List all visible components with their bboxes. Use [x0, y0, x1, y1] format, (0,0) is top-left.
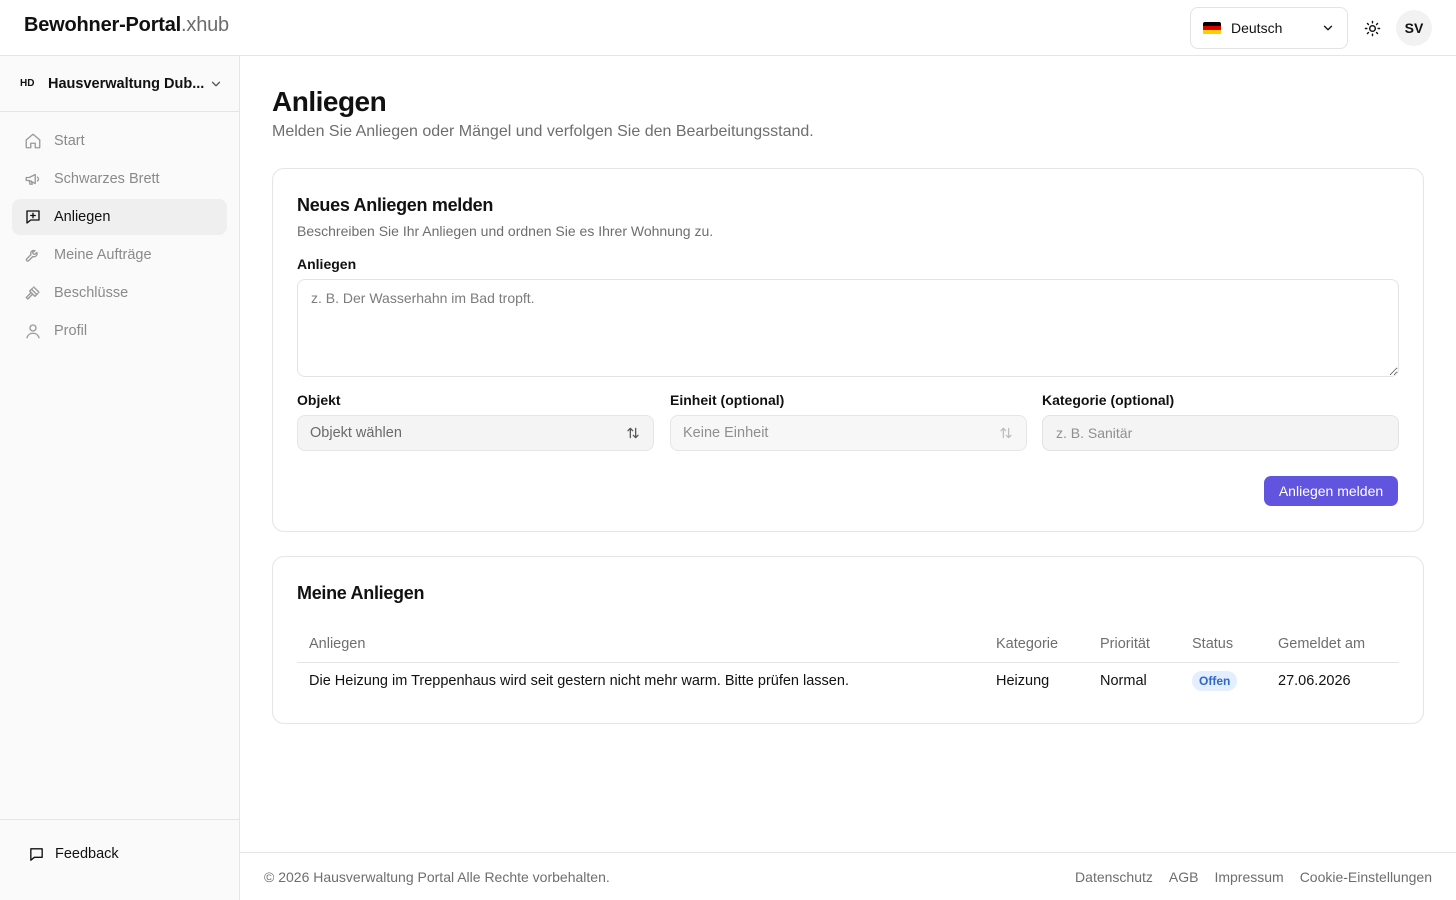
object-label: Objekt [297, 392, 341, 408]
page-title: Anliegen [272, 86, 387, 117]
my-requests-card: Meine Anliegen Anliegen Kategorie Priori… [272, 556, 1424, 724]
sidebar: HD Hausverwaltung Dub... Start Schwarzes… [0, 56, 240, 900]
copyright-text: © 2026 Hausverwaltung Portal Alle Rechte… [264, 869, 610, 885]
column-header-kategorie: Kategorie [984, 627, 1088, 663]
user-avatar[interactable]: SV [1396, 10, 1432, 46]
language-label: Deutsch [1231, 20, 1283, 36]
submit-request-button[interactable]: Anliegen melden [1264, 476, 1398, 506]
language-select[interactable]: Deutsch [1190, 7, 1348, 49]
brand-name: Bewohner-Portal [24, 14, 182, 36]
message-plus-icon [24, 208, 42, 226]
sidebar-item-label: Anliegen [54, 209, 111, 225]
german-flag-icon [1203, 21, 1221, 35]
sidebar-item-label: Start [54, 133, 85, 149]
object-select-value: Objekt wählen [310, 425, 402, 441]
sidebar-item-anliegen[interactable]: Anliegen [12, 199, 227, 235]
footer-link-impressum[interactable]: Impressum [1214, 869, 1283, 885]
org-badge: HD [20, 78, 35, 89]
sidebar-footer: Feedback [0, 819, 239, 900]
footer-link-cookie-settings[interactable]: Cookie-Einstellungen [1300, 869, 1432, 885]
status-badge: Offen [1192, 670, 1238, 691]
organization-switcher[interactable]: HD Hausverwaltung Dub... [0, 56, 239, 112]
new-request-description: Beschreiben Sie Ihr Anliegen und ordnen … [297, 223, 714, 239]
sidebar-item-meine-auftraege[interactable]: Meine Aufträge [12, 237, 227, 273]
wrench-icon [24, 246, 42, 264]
megaphone-icon [24, 170, 42, 188]
category-label: Kategorie (optional) [1042, 392, 1175, 408]
feedback-label: Feedback [55, 846, 119, 862]
my-requests-title: Meine Anliegen [297, 583, 425, 603]
column-header-prioritaet: Priorität [1088, 627, 1180, 663]
sort-arrows-icon [998, 425, 1014, 441]
page-footer: © 2026 Hausverwaltung Portal Alle Rechte… [240, 852, 1456, 900]
message-square-icon [28, 846, 45, 863]
footer-link-datenschutz[interactable]: Datenschutz [1075, 869, 1153, 885]
sidebar-item-beschluesse[interactable]: Beschlüsse [12, 275, 227, 311]
gavel-icon [24, 284, 42, 302]
requests-table: Anliegen Kategorie Priorität Status Geme… [297, 627, 1399, 699]
chevron-down-icon [1321, 21, 1335, 35]
unit-select-value: Keine Einheit [683, 425, 769, 441]
brand-logo[interactable]: Bewohner-Portal.xhub [24, 14, 229, 37]
table-header-row: Anliegen Kategorie Priorität Status Geme… [297, 627, 1399, 663]
table-row[interactable]: Die Heizung im Treppenhaus wird seit ges… [297, 662, 1399, 699]
footer-link-agb[interactable]: AGB [1169, 869, 1199, 885]
new-request-title: Neues Anliegen melden [297, 195, 494, 215]
cell-status: Offen [1180, 662, 1266, 699]
request-textarea[interactable] [297, 279, 1399, 377]
cell-date: 27.06.2026 [1278, 672, 1351, 689]
top-bar: Bewohner-Portal.xhub Deutsch SV [0, 0, 1456, 56]
request-label: Anliegen [297, 256, 357, 272]
sidebar-item-label: Schwarzes Brett [54, 171, 160, 187]
unit-label: Einheit (optional) [670, 392, 785, 408]
cell-priority: Normal [1100, 672, 1147, 689]
theme-toggle-button[interactable] [1360, 16, 1384, 40]
object-select[interactable]: Objekt wählen [297, 415, 654, 451]
sort-arrows-icon [625, 425, 641, 441]
cell-request: Die Heizung im Treppenhaus wird seit ges… [309, 672, 849, 689]
chevron-down-icon [209, 77, 223, 91]
sidebar-item-label: Beschlüsse [54, 285, 129, 301]
column-header-anliegen: Anliegen [297, 627, 984, 663]
main-content: Anliegen Melden Sie Anliegen oder Mängel… [240, 56, 1456, 852]
feedback-button[interactable]: Feedback [16, 836, 131, 872]
sidebar-nav: Start Schwarzes Brett Anliegen Meine Auf… [12, 123, 227, 351]
brand-suffix: .xhub [181, 14, 229, 36]
page-subtitle: Melden Sie Anliegen oder Mängel und verf… [272, 123, 814, 140]
sidebar-item-start[interactable]: Start [12, 123, 227, 159]
sidebar-item-label: Meine Aufträge [54, 247, 152, 263]
new-request-card: Neues Anliegen melden Beschreiben Sie Ih… [272, 168, 1424, 532]
home-icon [24, 132, 42, 150]
cell-category: Heizung [996, 672, 1050, 689]
category-input[interactable] [1042, 415, 1399, 451]
column-header-gemeldet-am: Gemeldet am [1266, 627, 1399, 663]
column-header-status: Status [1180, 627, 1266, 663]
org-name: Hausverwaltung Dub... [48, 75, 205, 92]
sidebar-item-profil[interactable]: Profil [12, 313, 227, 349]
sun-icon [1364, 20, 1381, 37]
footer-links: Datenschutz AGB Impressum Cookie-Einstel… [1075, 869, 1432, 885]
user-icon [24, 322, 42, 340]
sidebar-item-schwarzes-brett[interactable]: Schwarzes Brett [12, 161, 227, 197]
sidebar-item-label: Profil [54, 323, 88, 339]
unit-select[interactable]: Keine Einheit [670, 415, 1027, 451]
